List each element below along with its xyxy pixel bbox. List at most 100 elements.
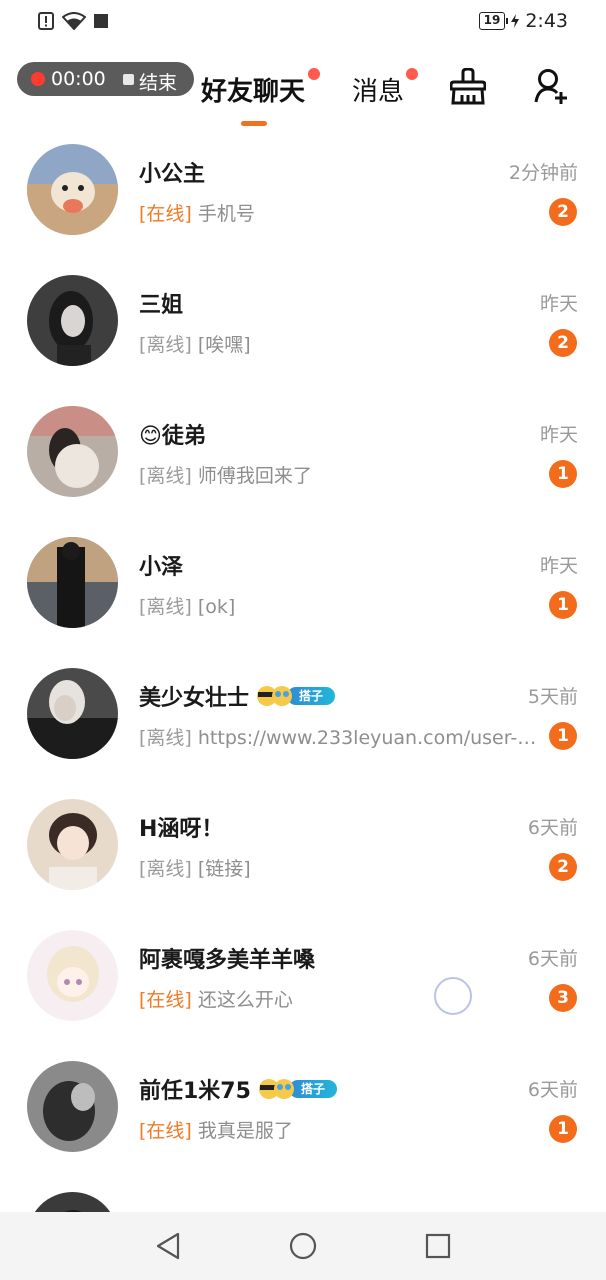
chat-name: 小泽	[139, 555, 184, 580]
navigation-bar	[0, 1212, 606, 1280]
partner-label: 搭子	[288, 1080, 337, 1098]
chat-preview: [在线] 还这么开心	[139, 985, 293, 1012]
avatar[interactable]	[27, 799, 118, 890]
chat-name: 三姐	[139, 293, 184, 318]
stop-icon	[123, 74, 134, 85]
chat-list: 小公主 2分钟前 [在线] 手机号 2 三姐 昨天 [离线] [唉嘿] 2 😊徒…	[0, 130, 606, 1212]
status-left-icons	[38, 12, 108, 30]
unread-badge: 1	[549, 722, 577, 750]
chat-name: 😊徒弟	[139, 424, 206, 449]
partner-label: 搭子	[287, 687, 336, 705]
chat-name: 前任1米75	[139, 1079, 251, 1104]
chat-row[interactable]: 前任1米75 搭子 6天前 [在线] 我真是服了 1	[0, 1047, 606, 1178]
chat-name: 阿裹嘎多美羊羊嗓	[139, 948, 316, 973]
chat-time: 2分钟前	[508, 162, 578, 184]
online-status: [在线]	[139, 989, 192, 1011]
last-message: 我真是服了	[197, 1120, 293, 1142]
unread-badge: 1	[549, 460, 577, 488]
chat-time: 昨天	[539, 293, 578, 315]
tab-messages-dot	[406, 68, 418, 80]
chat-time: 昨天	[539, 424, 578, 446]
offline-status: [离线]	[139, 858, 192, 880]
screen-recording-pill[interactable]: 00:00 结束	[17, 62, 194, 96]
chat-preview: [离线] [ok]	[139, 592, 235, 619]
last-message: https://www.233leyuan.com/user-cen...	[197, 727, 544, 749]
online-status: [在线]	[139, 1120, 192, 1142]
wifi-icon	[62, 12, 86, 30]
chat-preview: [离线] https://www.233leyuan.com/user-cen.…	[139, 723, 544, 750]
last-message: [ok]	[197, 596, 236, 618]
unread-badge: 1	[549, 591, 577, 619]
chat-name: 美少女壮士	[139, 686, 250, 711]
chat-time: 昨天	[539, 555, 578, 577]
end-recording-button[interactable]: 结束	[139, 68, 177, 95]
offline-status: [离线]	[139, 465, 192, 487]
last-message: 还这么开心	[197, 989, 293, 1011]
active-tab-indicator	[241, 121, 267, 126]
last-message: [唉嘿]	[197, 334, 251, 356]
chat-row[interactable]: 三姐 昨天 [离线] [唉嘿] 2	[0, 261, 606, 392]
alert-icon	[38, 12, 54, 30]
charging-icon	[511, 14, 520, 28]
chat-row[interactable]: 阿裹嘎多美羊羊嗓 6天前 [在线] 还这么开心 3	[0, 916, 606, 1047]
avatar[interactable]	[27, 275, 118, 366]
chat-time: 6天前	[527, 817, 578, 839]
avatar[interactable]	[27, 406, 118, 497]
unread-badge: 3	[549, 984, 577, 1012]
notification-square-icon	[94, 14, 108, 28]
tab-friend-chat[interactable]: 好友聊天	[201, 71, 305, 108]
status-bar: 19 2:43	[0, 0, 606, 46]
chat-preview: [在线] 我真是服了	[139, 1116, 293, 1143]
chat-time: 6天前	[527, 1079, 578, 1101]
add-friend-icon[interactable]	[534, 68, 570, 106]
avatar[interactable]	[27, 1061, 118, 1152]
battery-icon: 19	[478, 12, 509, 30]
offline-status: [离线]	[139, 727, 192, 749]
tab-messages[interactable]: 消息	[352, 71, 404, 108]
clean-icon[interactable]	[450, 68, 486, 106]
chat-row[interactable]	[0, 1178, 606, 1212]
avatar[interactable]	[27, 1192, 118, 1212]
chat-row[interactable]: 小公主 2分钟前 [在线] 手机号 2	[0, 130, 606, 261]
record-dot-icon	[31, 72, 45, 86]
cool-face-icon	[258, 1079, 294, 1099]
chat-row[interactable]: 😊徒弟 昨天 [离线] 师傅我回来了 1	[0, 392, 606, 523]
recording-time: 00:00	[51, 68, 106, 90]
offline-status: [离线]	[139, 596, 192, 618]
partner-tag: 搭子	[255, 686, 336, 706]
avatar[interactable]	[27, 668, 118, 759]
recents-icon[interactable]	[425, 1232, 451, 1260]
online-status: [在线]	[139, 203, 192, 225]
last-message: 师傅我回来了	[197, 465, 312, 487]
chat-preview: [在线] 手机号	[139, 199, 255, 226]
chat-time: 5天前	[527, 686, 578, 708]
chat-preview: [离线] [唉嘿]	[139, 330, 251, 357]
last-message: 手机号	[197, 203, 255, 225]
tab-friend-chat-dot	[308, 68, 320, 80]
avatar[interactable]	[27, 537, 118, 628]
status-right: 19 2:43	[478, 10, 568, 32]
chat-preview: [离线] [链接]	[139, 854, 251, 881]
chat-time: 6天前	[527, 948, 578, 970]
unread-badge: 1	[549, 1115, 577, 1143]
chat-row[interactable]: H涵呀！ 6天前 [离线] [链接] 2	[0, 785, 606, 916]
cool-face-icon	[257, 686, 293, 706]
chat-name: H涵呀！	[139, 817, 224, 842]
offline-status: [离线]	[139, 334, 192, 356]
partner-tag: 搭子	[257, 1079, 337, 1099]
unread-badge: 2	[549, 853, 577, 881]
chat-preview: [离线] 师傅我回来了	[139, 461, 312, 488]
avatar[interactable]	[27, 930, 118, 1021]
clock: 2:43	[525, 10, 568, 32]
chat-row[interactable]: 美少女壮士 搭子 5天前 [离线] https://www.233leyuan.…	[0, 654, 606, 785]
avatar[interactable]	[27, 144, 118, 235]
header: 00:00 结束 好友聊天 消息	[0, 46, 606, 130]
unread-badge: 2	[549, 198, 577, 226]
chat-name: 小公主	[139, 162, 206, 187]
touch-indicator	[434, 977, 472, 1015]
home-icon[interactable]	[289, 1232, 317, 1260]
last-message: [链接]	[197, 858, 251, 880]
back-icon[interactable]	[155, 1232, 181, 1260]
unread-badge: 2	[549, 329, 577, 357]
chat-row[interactable]: 小泽 昨天 [离线] [ok] 1	[0, 523, 606, 654]
